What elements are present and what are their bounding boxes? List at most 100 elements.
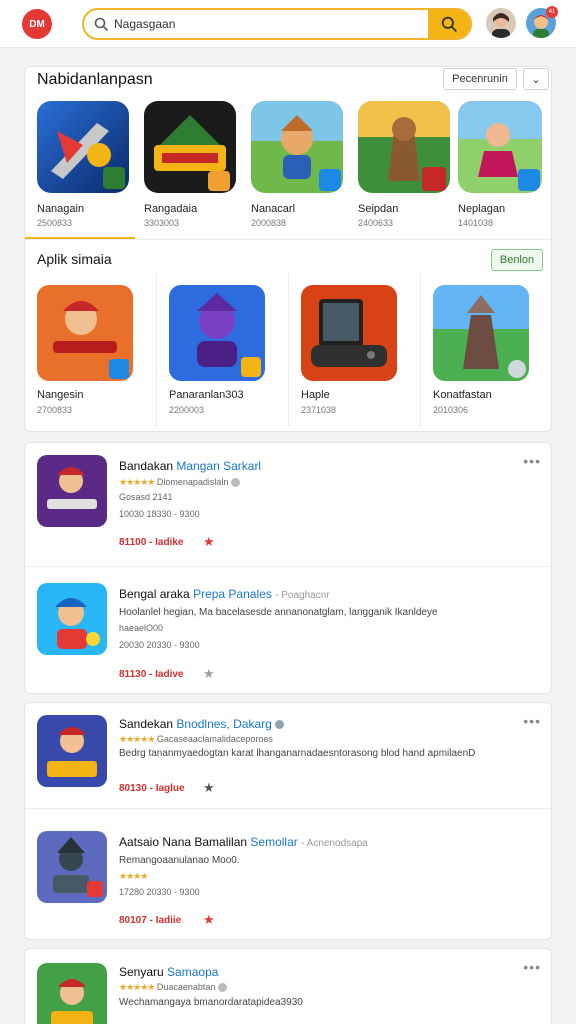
star-rating-icon: ★★★★★ [119,734,155,744]
app-name: Rangadaia [144,203,198,215]
item-price: 81130 - Iadive [119,669,184,680]
item-description: Hoolanlel hegian, Ma bacelasesde annanon… [119,607,438,618]
item-description: Bedrg tananmyaedogtan karat lhanganarnad… [119,748,476,759]
app-downloads: 2400633 [358,218,394,228]
list-item[interactable]: Senyaru Samaopa ★★★★★ Duacaenabtan Wecha… [25,949,553,1024]
game-icon [37,101,129,193]
search-input[interactable] [114,10,414,38]
more-options-icon[interactable]: ••• [523,453,541,469]
featured-app-4[interactable]: Seipdan 2400633 [358,101,450,228]
verified-icon [274,720,284,730]
featured-card: Nabidanlanpasn Pecenrunin ⌄ Nanagain 250… [24,66,553,433]
item-title[interactable]: Senyaru Samaopa [119,965,218,979]
item-title[interactable]: Bandakan Mangan Sarkarl [119,459,261,473]
game-icon [37,285,133,381]
app-name: Konatfastan [433,389,492,401]
game-icon [37,715,107,787]
app-name: Panaranlan303 [169,389,244,401]
item-price: 80107 - Iadiie [119,915,182,926]
similar-app-4[interactable]: Konatfastan 2010306 [421,273,553,427]
featured-app-5[interactable]: Neplagan 1401038 [458,101,550,228]
item-rating: ★★★★★ Gacaseaaclamalidaceporoes [119,734,273,744]
list-item[interactable]: Aatsaio Nana Bamalilan Semollar - Acneno… [25,809,553,941]
similar-app-2[interactable]: Panaranlan303 2200003 [157,273,289,427]
divider [25,239,553,240]
app-downloads: 3303003 [144,218,180,228]
game-icon [144,101,236,193]
similar-row: Nangesin 2700833 Panaranlan303 2200003 H… [25,273,553,433]
more-options-icon[interactable]: ••• [523,713,541,729]
game-icon [37,831,107,903]
item-dates: 20030 20330 - 9300 [119,640,200,650]
app-downloads: 2700833 [37,405,73,415]
star-rating-icon: ★★★★ [119,871,148,881]
feed-card-2: Sandekan Bnodlnes, Dakarg ★★★★★ Gacaseaa… [24,702,553,941]
profile-avatar[interactable]: 41 [526,6,558,38]
feed-card-1: Bandakan Mangan Sarkarl ★★★★★ Dlomenapad… [24,442,553,695]
star-rating-icon: ★★★★★ [119,477,155,487]
app-name: Nanacarl [251,203,296,215]
dropdown-toggle[interactable]: ⌄ [523,68,549,90]
more-options-icon[interactable]: ••• [523,959,541,975]
item-title[interactable]: Sandekan Bnodlnes, Dakarg [119,717,284,731]
app-name: Seipdan [358,203,399,215]
list-item[interactable]: Sandekan Bnodlnes, Dakarg ★★★★★ Gacaseaa… [25,703,553,809]
item-title[interactable]: Aatsaio Nana Bamalilan Semollar - Acneno… [119,835,368,849]
favorite-icon[interactable]: ★ [203,666,215,682]
verified-icon [231,478,241,488]
featured-action-button[interactable]: Pecenrunin [443,68,517,90]
item-meta: haeaelO00 [119,623,164,633]
favorite-icon[interactable]: ★ [203,534,215,550]
app-name: Nangesin [37,389,84,401]
item-meta: Gosasd 2141 [119,492,173,502]
list-item[interactable]: Bengal araka Prepa Panales - Poaghacnr H… [25,567,553,695]
item-rating: ★★★★★ Duacaenabtan [119,982,228,993]
app-downloads: 2371038 [301,405,337,415]
app-downloads: 1401038 [458,218,494,228]
list-item[interactable]: Bandakan Mangan Sarkarl ★★★★★ Dlomenapad… [25,443,553,567]
app-name: Neplagan [458,203,506,215]
similar-action-button[interactable]: Benlon [491,249,543,271]
search-button[interactable] [428,10,470,38]
user-avatar[interactable] [486,8,516,38]
game-icon [37,455,107,527]
similar-app-3[interactable]: Haple 2371038 [289,273,421,427]
top-bar: DM 41 [0,0,576,48]
app-downloads: 2200003 [169,405,205,415]
app-downloads: 2010306 [433,405,469,415]
item-dates: 17280 20330 - 9300 [119,887,200,897]
item-rating: ★★★★★ Dlomenapadislaln [119,477,241,488]
feed-card-3: Senyaru Samaopa ★★★★★ Duacaenabtan Wecha… [24,948,552,1024]
game-icon [433,285,529,381]
search-bar [82,8,472,40]
game-icon [169,285,265,381]
app-name: Haple [301,389,330,401]
game-icon [301,285,397,381]
game-icon [37,963,107,1024]
star-rating-icon: ★★★★★ [119,982,155,992]
search-icon [94,17,108,31]
favorite-icon[interactable]: ★ [203,780,215,796]
favorite-icon[interactable]: ★ [203,912,215,928]
game-icon [37,583,107,655]
item-description: Remangoaanulanao Moo0. [119,855,240,866]
search-icon [441,16,457,32]
item-rating: ★★★★ [119,871,148,882]
item-title[interactable]: Bengal araka Prepa Panales - Poaghacnr [119,587,330,601]
item-dates: 10030 18330 - 9300 [119,509,200,519]
similar-app-1[interactable]: Nangesin 2700833 [25,273,157,427]
featured-app-3[interactable]: Nanacarl 2000838 [251,101,343,228]
game-icon [251,101,343,193]
game-icon [358,101,450,193]
item-price: 81100 - Iadike [119,537,184,548]
app-name: Nanagain [37,203,85,215]
notification-badge: 41 [546,6,558,18]
featured-title: Nabidanlanpasn [37,71,153,88]
featured-app-2[interactable]: Rangadaia 3303003 [144,101,236,228]
game-icon [458,101,542,193]
chevron-down-icon: ⌄ [531,73,541,86]
featured-app-1[interactable]: Nanagain 2500833 [37,101,129,228]
app-logo[interactable]: DM [22,9,52,39]
app-downloads: 2500833 [37,218,73,228]
item-price: 80130 - Iaglue [119,783,185,794]
